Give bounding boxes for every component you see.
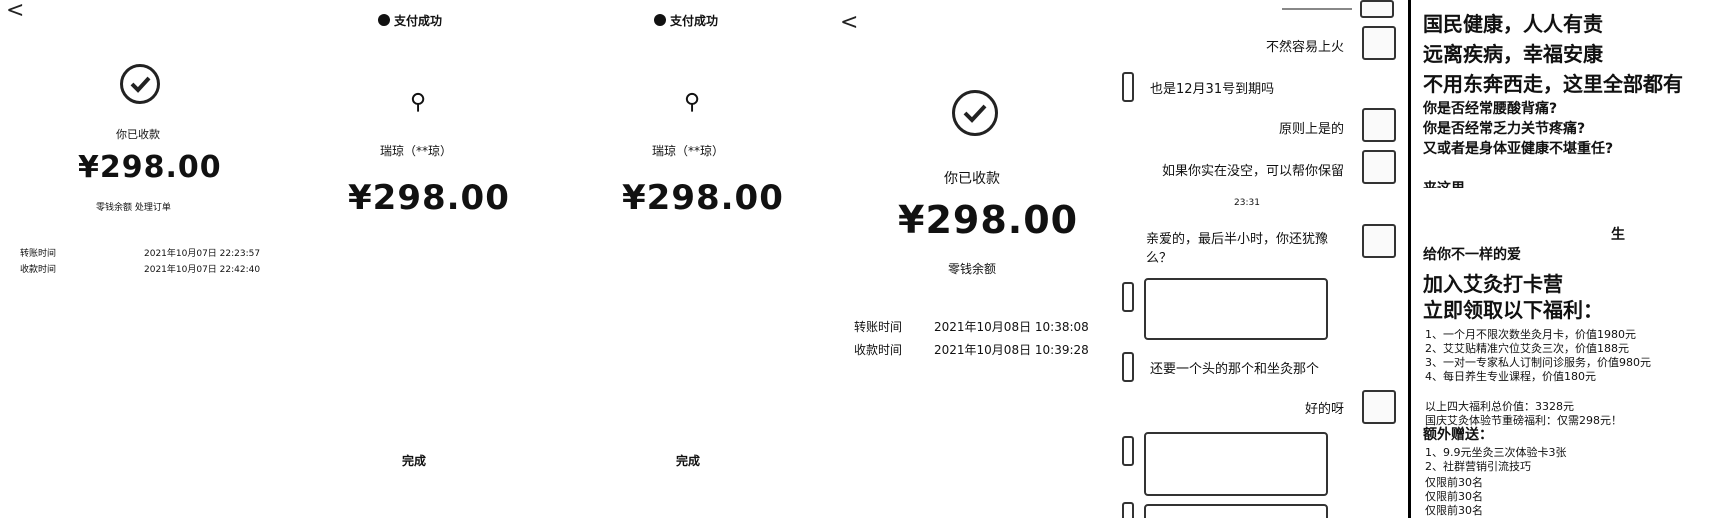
success-icon [378,14,390,26]
question: 你是否经常腰酸背痛? [1423,101,1558,117]
status-text: 支付成功 [670,14,719,28]
message-left: 还要一个头的那个和坐灸那个 [1150,362,1320,377]
image-message[interactable] [1144,278,1328,340]
avatar [1362,150,1396,184]
headline: 国民健康，人人有责 [1423,12,1603,36]
avatar [1122,72,1134,102]
received-title: 你已收款 [116,128,160,141]
row-label: 收款时间 [854,343,903,357]
avatar [1122,282,1134,312]
done-button[interactable]: 完成 [402,452,426,469]
back-button[interactable]: < [6,0,24,23]
detail-row: 收款时间 2021年10月07日 22:42:40 [20,262,280,275]
chat-panel: 不然容易上火 也是12月31号到期吗 原则上是的 如果你实在没空，可以帮你保留 … [1110,0,1408,518]
question: 又或者是身体亚健康不堪重任? [1423,141,1614,157]
status-text: 支付成功 [394,14,443,28]
avatar-placeholder-icon: ⚲ [684,90,701,115]
received-title: 你已收款 [944,171,1000,187]
join-subtitle: 立即领取以下福利： [1423,298,1603,322]
detail-row: 转账时间 2021年10月08日 10:38:08 [854,318,1104,335]
row-label: 收款时间 [20,265,57,275]
amount: ¥298.00 [348,178,510,218]
avatar-placeholder-icon: ⚲ [410,90,427,115]
receipt-panel-2: < 你已收款 ¥298.00 零钱余额 转账时间 2021年10月08日 10:… [840,0,1110,518]
check-circle-icon [952,90,998,136]
sheng-text: 生 [1611,227,1625,243]
amount: ¥298.00 [622,178,784,218]
message-right: 如果你实在没空，可以帮你保留 [1161,164,1344,179]
headline: 远离疾病，幸福安康 [1423,42,1603,66]
image-message[interactable] [1144,504,1328,518]
row-value: 2021年10月08日 10:38:08 [934,320,1089,334]
message-right: 亲爱的，最后半小时，你还犹豫么？ [1146,232,1329,266]
detail-row: 收款时间 2021年10月08日 10:39:28 [854,341,1104,358]
row-label: 转账时间 [20,249,57,259]
image-message[interactable] [1144,432,1328,496]
cut-line: 来这里 [1423,178,1465,188]
join-title: 加入艾灸打卡营 [1423,272,1563,296]
extra-item: 2、社群营销引流技巧 [1425,460,1531,473]
limit-text: 仅限前30名 [1425,504,1483,517]
payee-name: 瑞琼（**琼） [380,144,453,158]
status-header: 支付成功 [654,12,718,29]
avatar [1362,224,1396,258]
cut-text [1282,0,1352,10]
ad-poster: 国民健康，人人有责 远离疾病，幸福安康 不用东奔西走，这里全部都有 你是否经常腰… [1408,0,1732,518]
status-header: 支付成功 [378,12,442,29]
message-right: 原则上是的 [1278,122,1344,137]
check-circle-icon [120,64,160,104]
avatar [1360,0,1394,18]
row-value: 2021年10月07日 22:42:40 [144,265,261,275]
timestamp: 23:31 [1234,198,1260,208]
avatar [1122,436,1134,466]
done-button[interactable]: 完成 [676,452,700,469]
success-icon [654,14,666,26]
avatar [1362,390,1396,424]
receipt-panel-1: < 你已收款 ¥298.00 零钱余额 处理订单 转账时间 2021年10月07… [0,0,300,518]
avatar [1122,352,1134,382]
avatar [1362,108,1396,142]
detail-row: 转账时间 2021年10月07日 22:23:57 [20,246,280,259]
message-right: 好的呀 [1304,402,1344,417]
payee-name: 瑞琼（**琼） [652,144,725,158]
message-left: 也是12月31号到期吗 [1150,82,1275,97]
balance-links[interactable]: 零钱余额 处理订单 [96,200,171,213]
message-right: 不然容易上火 [1265,40,1344,55]
row-value: 2021年10月07日 22:23:57 [144,249,261,259]
extra-title: 额外赠送： [1423,427,1493,443]
payment-success-panel-1: 支付成功 ⚲ 瑞琼（**琼） ¥298.00 完成 [300,0,570,518]
gift-text: 给你不一样的爱 [1423,247,1521,263]
payment-success-panel-2: 支付成功 ⚲ 瑞琼（**琼） ¥298.00 完成 [570,0,840,518]
amount: ¥298.00 [78,150,222,185]
avatar [1122,502,1134,518]
row-label: 转账时间 [854,320,903,334]
amount: ¥298.00 [898,198,1079,242]
question: 你是否经常乏力关节疼痛? [1423,121,1586,137]
headline: 不用东奔西走，这里全部都有 [1423,72,1683,96]
avatar [1362,26,1396,60]
row-value: 2021年10月08日 10:39:28 [934,343,1089,357]
balance-link[interactable]: 零钱余额 [948,260,996,277]
back-button[interactable]: < [840,10,858,35]
benefit-item: 4、每日养生专业课程，价值180元 [1425,370,1596,383]
